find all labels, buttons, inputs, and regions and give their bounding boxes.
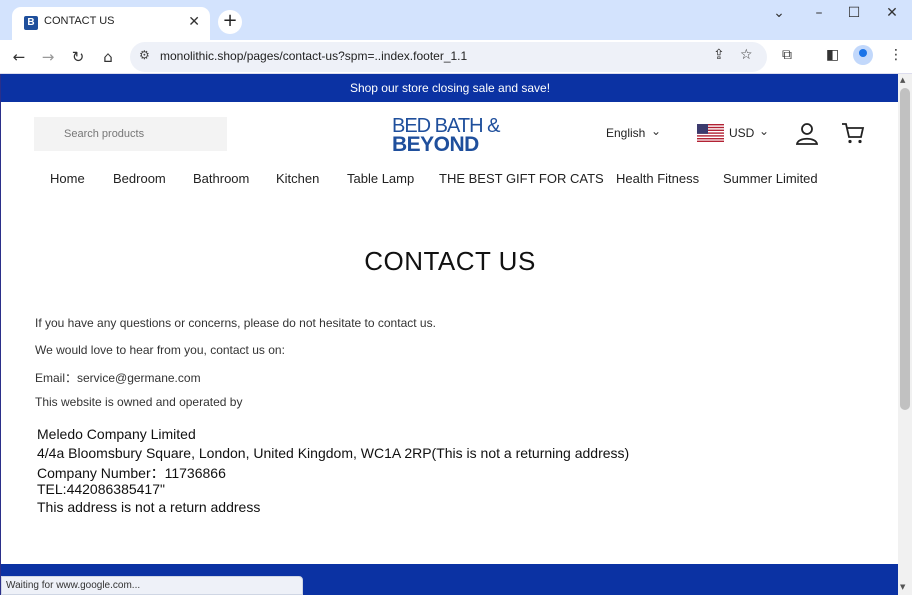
- owner-paragraph: This website is owned and operated by: [35, 395, 243, 409]
- contact-invite-paragraph: We would love to hear from you, contact …: [35, 343, 285, 357]
- scrollbar-thumb[interactable]: [900, 88, 910, 410]
- store-logo[interactable]: BED BATH & BEYOND: [389, 115, 511, 156]
- web-page: Shop our store closing sale and save! Se…: [0, 74, 898, 595]
- scroll-up-arrow-icon[interactable]: ▲: [900, 76, 905, 84]
- tab-search-chevron-icon[interactable]: ⌄: [768, 4, 790, 24]
- side-panel-icon[interactable]: ◧: [826, 47, 839, 63]
- minimize-window-icon[interactable]: –: [808, 4, 830, 24]
- company-address: 4/4a Bloomsbury Square, London, United K…: [37, 445, 630, 461]
- address-bar[interactable]: ⚙ monolithic.shop/pages/contact-us?spm=.…: [130, 42, 767, 72]
- url-text[interactable]: monolithic.shop/pages/contact-us?spm=..i…: [160, 49, 467, 63]
- company-name: Meledo Company Limited: [37, 426, 196, 442]
- company-number: Company Number：11736866: [37, 465, 226, 481]
- nav-item-best-gift-for-cats[interactable]: THE BEST GIFT FOR CATS: [439, 171, 604, 186]
- company-phone: TEL:442086385417": [37, 481, 165, 497]
- nav-item-health-fitness[interactable]: Health Fitness: [616, 171, 699, 186]
- currency-selector[interactable]: USD: [729, 126, 754, 140]
- email-paragraph: Email：service@germane.com: [35, 371, 201, 385]
- tab-close-icon[interactable]: ✕: [188, 14, 200, 30]
- maximize-window-icon[interactable]: ☐: [843, 4, 865, 24]
- search-input[interactable]: Search products: [34, 117, 227, 151]
- scroll-down-arrow-icon[interactable]: ▼: [900, 583, 905, 591]
- page-title: CONTACT US: [364, 246, 536, 276]
- language-chevron-down-icon[interactable]: ⌄: [651, 124, 661, 138]
- new-tab-button[interactable]: +: [218, 10, 242, 34]
- profile-avatar-icon[interactable]: [853, 45, 873, 65]
- reload-icon[interactable]: ↻: [67, 46, 89, 68]
- nav-item-table-lamp[interactable]: Table Lamp: [347, 171, 414, 186]
- share-icon[interactable]: ⇪: [713, 47, 725, 63]
- currency-chevron-down-icon[interactable]: ⌄: [759, 124, 769, 138]
- site-favicon-icon: B: [24, 16, 38, 30]
- tab-title: CONTACT US: [44, 15, 115, 27]
- return-address-note: This address is not a return address: [37, 499, 261, 515]
- language-selector[interactable]: English: [606, 126, 645, 140]
- status-bubble: Waiting for www.google.com...: [1, 576, 303, 595]
- nav-item-bedroom[interactable]: Bedroom: [113, 171, 166, 186]
- bookmark-star-icon[interactable]: ☆: [740, 47, 753, 63]
- shopping-cart-icon[interactable]: [841, 121, 865, 145]
- promo-banner[interactable]: Shop our store closing sale and save!: [1, 74, 898, 102]
- home-icon[interactable]: ⌂: [97, 46, 119, 68]
- nav-item-kitchen[interactable]: Kitchen: [276, 171, 319, 186]
- extensions-puzzle-icon[interactable]: ⧉: [782, 47, 792, 63]
- close-window-icon[interactable]: ✕: [881, 4, 903, 24]
- browser-tab-bar: B CONTACT US ✕ + ⌄ – ☐ ✕: [0, 0, 912, 40]
- intro-paragraph: If you have any questions or concerns, p…: [35, 316, 436, 330]
- site-info-icon[interactable]: ⚙: [139, 48, 150, 62]
- nav-item-home[interactable]: Home: [50, 171, 85, 186]
- browser-tab[interactable]: B CONTACT US ✕: [12, 7, 210, 40]
- browser-toolbar: ← → ↻ ⌂ ⚙ monolithic.shop/pages/contact-…: [0, 40, 912, 74]
- nav-item-summer-limited[interactable]: Summer Limited: [723, 171, 818, 186]
- logo-line-2: BEYOND: [392, 133, 479, 156]
- browser-menu-icon[interactable]: ⋮: [889, 47, 903, 63]
- us-flag-icon: [697, 124, 724, 142]
- back-arrow-icon[interactable]: ←: [8, 46, 30, 68]
- account-user-icon[interactable]: [795, 121, 819, 145]
- forward-arrow-icon[interactable]: →: [37, 46, 59, 68]
- nav-item-bathroom[interactable]: Bathroom: [193, 171, 249, 186]
